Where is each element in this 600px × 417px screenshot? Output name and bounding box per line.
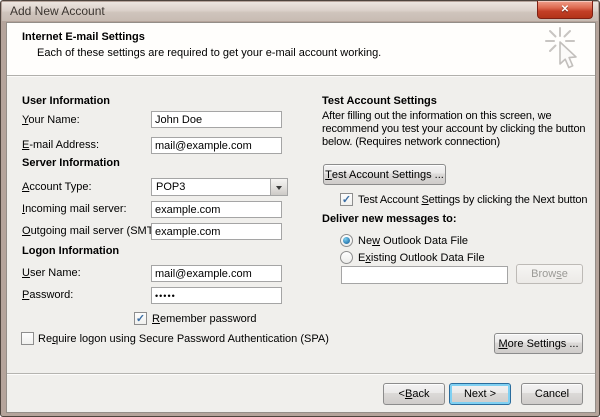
user-name-input[interactable] bbox=[151, 265, 282, 282]
user-name-label: User Name: bbox=[22, 267, 81, 279]
back-button[interactable]: < Back bbox=[383, 383, 445, 405]
check-icon: ✓ bbox=[342, 194, 351, 206]
new-data-file-label: New Outlook Data File bbox=[358, 235, 468, 247]
page-subtitle: Each of these settings are required to g… bbox=[37, 47, 381, 59]
close-button[interactable]: ✕ bbox=[537, 1, 593, 19]
new-data-file-radio[interactable] bbox=[340, 234, 353, 247]
incoming-server-input[interactable] bbox=[151, 201, 282, 218]
existing-data-file-label: Existing Outlook Data File bbox=[358, 252, 485, 264]
password-input[interactable] bbox=[151, 287, 282, 304]
dialog-client-area bbox=[6, 22, 596, 413]
next-button[interactable]: Next > bbox=[449, 383, 511, 405]
auto-test-checkbox[interactable]: ✓ bbox=[340, 193, 353, 206]
radio-dot-icon bbox=[343, 237, 350, 244]
account-type-label: Account Type: bbox=[22, 181, 92, 193]
data-file-path-input[interactable] bbox=[341, 266, 508, 284]
check-icon: ✓ bbox=[136, 313, 145, 325]
spa-label: Require logon using Secure Password Auth… bbox=[38, 333, 329, 345]
outgoing-server-label: Outgoing mail server (SMTP): bbox=[22, 225, 168, 237]
test-account-settings-heading: Test Account Settings bbox=[322, 95, 437, 107]
logon-information-heading: Logon Information bbox=[22, 245, 119, 257]
test-account-settings-button[interactable]: Test Account Settings ... bbox=[323, 164, 446, 185]
account-type-value: POP3 bbox=[156, 181, 185, 193]
server-information-heading: Server Information bbox=[22, 157, 120, 169]
existing-data-file-radio[interactable] bbox=[340, 251, 353, 264]
spa-checkbox[interactable] bbox=[21, 332, 34, 345]
remember-password-label: Remember password bbox=[152, 313, 257, 325]
outgoing-server-input[interactable] bbox=[151, 223, 282, 240]
more-settings-button[interactable]: More Settings ... bbox=[494, 333, 583, 354]
auto-test-label: Test Account Settings by clicking the Ne… bbox=[358, 194, 587, 206]
deliver-heading: Deliver new messages to: bbox=[322, 213, 457, 225]
add-new-account-dialog: Add New Account ✕ Internet E-mail Settin… bbox=[0, 0, 600, 417]
account-type-select[interactable]: POP3 bbox=[151, 178, 288, 196]
click-wizard-icon bbox=[545, 26, 585, 80]
your-name-input[interactable] bbox=[151, 111, 282, 128]
remember-password-checkbox[interactable]: ✓ bbox=[134, 312, 147, 325]
dropdown-arrow-icon[interactable] bbox=[270, 179, 287, 195]
email-address-label: E-mail Address: bbox=[22, 139, 99, 151]
incoming-server-label: Incoming mail server: bbox=[22, 203, 127, 215]
user-information-heading: User Information bbox=[22, 95, 110, 107]
email-address-input[interactable] bbox=[151, 137, 282, 154]
test-account-settings-description: After filling out the information on thi… bbox=[322, 110, 598, 149]
password-label: Password: bbox=[22, 289, 73, 301]
footer-divider bbox=[7, 373, 595, 374]
window-title: Add New Account bbox=[10, 4, 105, 18]
page-title: Internet E-mail Settings bbox=[22, 31, 145, 43]
close-icon: ✕ bbox=[561, 4, 569, 15]
browse-button[interactable]: Browse bbox=[516, 264, 583, 284]
your-name-label: Your Name: bbox=[22, 114, 80, 126]
cancel-button[interactable]: Cancel bbox=[521, 383, 583, 405]
titlebar[interactable]: Add New Account bbox=[2, 2, 598, 21]
